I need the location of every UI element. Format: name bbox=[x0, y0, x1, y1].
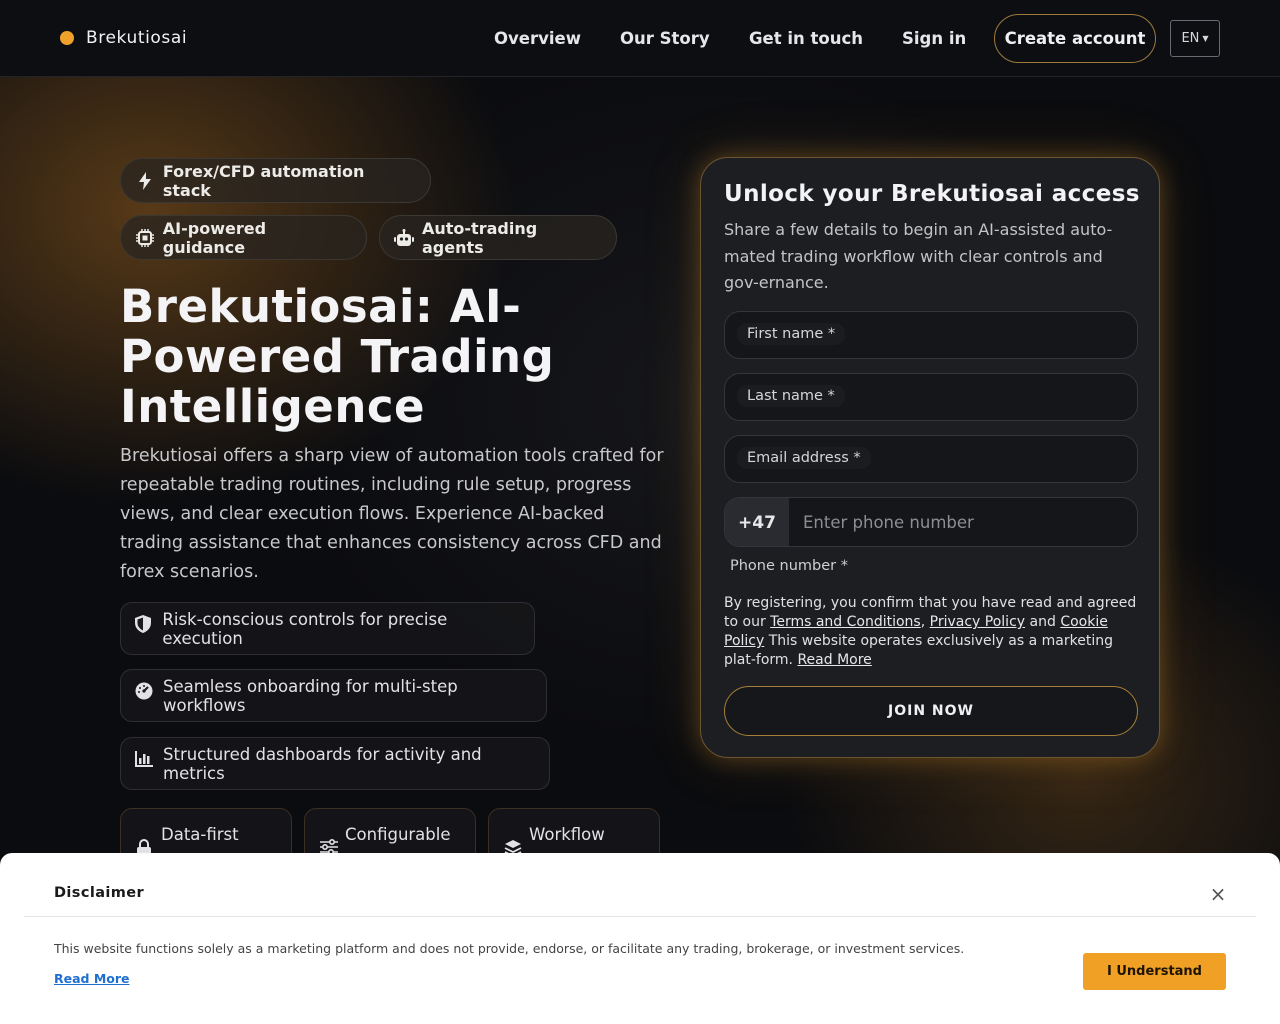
nav-overview[interactable]: Overview bbox=[494, 29, 581, 48]
terms-link[interactable]: Terms and Conditions bbox=[770, 614, 921, 630]
create-account-button[interactable]: Create account bbox=[994, 14, 1156, 63]
pill-forex-automation: Forex/CFD automation stack bbox=[120, 158, 431, 203]
robot-icon bbox=[394, 228, 414, 247]
legal-read-more-link[interactable]: Read More bbox=[797, 652, 871, 668]
first-name-label: First name * bbox=[737, 323, 846, 345]
brand-dot-icon bbox=[60, 31, 74, 45]
last-name-field[interactable]: Last name * bbox=[724, 373, 1138, 421]
phone-country-code[interactable]: +47 bbox=[725, 498, 789, 546]
tile-label: Workflow bbox=[529, 825, 605, 844]
disclaimer-text: This website functions solely as a marke… bbox=[54, 941, 965, 956]
phone-input[interactable] bbox=[789, 498, 1137, 546]
feature-risk-controls: Risk-conscious controls for precise exec… bbox=[120, 602, 535, 655]
pill-ai-guidance: AI-powered guidance bbox=[120, 215, 367, 260]
disclaimer-read-more-link[interactable]: Read More bbox=[54, 971, 130, 986]
bolt-icon bbox=[135, 171, 155, 190]
site-header: Brekutiosai Overview Our Story Get in to… bbox=[0, 0, 1280, 77]
pill-label: Forex/CFD automation stack bbox=[162, 161, 365, 200]
email-label: Email address * bbox=[737, 447, 871, 469]
hero-title: Brekutiosai: AI-Powered Trading Intellig… bbox=[120, 280, 555, 433]
feature-onboarding: Seamless onboarding for multi-step workf… bbox=[120, 669, 547, 722]
caret-down-icon: ▼ bbox=[1202, 34, 1209, 43]
tile-label: Configurable bbox=[345, 825, 451, 844]
legal-consent-text: By registering, you confirm that you hav… bbox=[724, 594, 1142, 670]
gauge-icon bbox=[135, 682, 153, 700]
privacy-link[interactable]: Privacy Policy bbox=[930, 614, 1025, 630]
feature-dashboards: Structured dashboards for activity and m… bbox=[120, 737, 550, 790]
feature-label: Structured dashboards for activity and m… bbox=[163, 744, 482, 783]
disclaimer-banner: Disclaimer × This website functions sole… bbox=[0, 853, 1280, 1024]
nav-our-story[interactable]: Our Story bbox=[620, 29, 710, 48]
brand-name: Brekutiosai bbox=[86, 28, 188, 48]
pill-label: Auto-trading agents bbox=[422, 218, 538, 257]
first-name-field[interactable]: First name * bbox=[724, 311, 1138, 359]
form-title: Unlock your Brekutiosai access bbox=[724, 181, 1140, 207]
pill-auto-trading: Auto-trading agents bbox=[379, 215, 617, 260]
feature-label: Risk-conscious controls for precise exec… bbox=[162, 609, 448, 648]
join-now-button[interactable]: JOIN NOW bbox=[724, 686, 1138, 736]
email-field[interactable]: Email address * bbox=[724, 435, 1138, 483]
legal-and: and bbox=[1025, 614, 1061, 630]
language-selector[interactable]: EN ▼ bbox=[1170, 20, 1220, 57]
legal-suffix: This website operates exclusively as a m… bbox=[724, 633, 1113, 668]
phone-field-group: +47 bbox=[724, 497, 1138, 547]
disclaimer-title: Disclaimer bbox=[54, 885, 145, 901]
disclaimer-divider bbox=[24, 916, 1256, 917]
tile-label: Data-first bbox=[161, 825, 239, 844]
close-icon[interactable]: × bbox=[1207, 882, 1229, 906]
phone-label: Phone number * bbox=[730, 558, 848, 574]
hero-description: Brekutiosai offers a sharp view of autom… bbox=[120, 446, 664, 582]
form-subtitle: Share a few details to begin an AI-assis… bbox=[724, 220, 1113, 292]
shield-icon bbox=[135, 614, 152, 633]
legal-comma: , bbox=[920, 614, 930, 630]
brand-logo[interactable]: Brekutiosai bbox=[60, 28, 187, 48]
i-understand-button[interactable]: I Understand bbox=[1083, 953, 1226, 990]
pill-label: AI-powered guidance bbox=[162, 218, 267, 257]
language-value: EN bbox=[1181, 31, 1200, 46]
chip-icon bbox=[135, 228, 155, 247]
nav-get-in-touch[interactable]: Get in touch bbox=[749, 29, 863, 48]
signup-form-card: Unlock your Brekutiosai access Share a f… bbox=[700, 157, 1160, 758]
bar-chart-icon bbox=[135, 750, 153, 767]
nav-sign-in[interactable]: Sign in bbox=[902, 29, 966, 48]
feature-label: Seamless onboarding for multi-step workf… bbox=[163, 676, 458, 715]
last-name-label: Last name * bbox=[737, 385, 845, 407]
